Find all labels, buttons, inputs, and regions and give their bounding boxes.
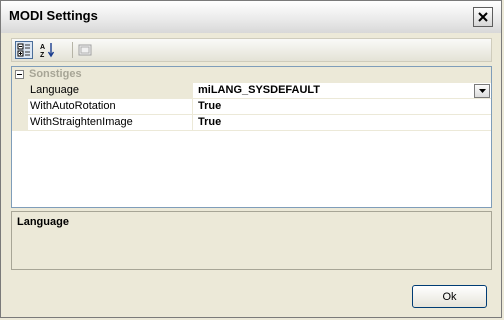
property-value[interactable]: True <box>193 99 491 115</box>
toolbar-separator <box>72 42 73 58</box>
collapse-icon[interactable] <box>15 70 24 79</box>
row-margin <box>12 83 28 99</box>
close-button[interactable] <box>473 7 493 27</box>
property-description-pane: Language <box>11 211 492 270</box>
categorized-icon <box>17 43 30 57</box>
property-value-text: miLANG_SYSDEFAULT <box>198 84 321 96</box>
property-name: WithStraightenImage <box>28 115 193 131</box>
category-label: Sonstiges <box>29 68 82 80</box>
window-title: MODI Settings <box>9 8 98 23</box>
row-margin <box>12 99 28 115</box>
property-row-withautorotation[interactable]: WithAutoRotation True <box>12 99 491 115</box>
value-dropdown-button[interactable] <box>474 84 490 98</box>
alphabetical-icon: A Z <box>40 43 55 58</box>
svg-text:A: A <box>40 44 45 51</box>
title-bar[interactable]: MODI Settings <box>1 1 501 33</box>
property-row-language[interactable]: Language miLANG_SYSDEFAULT <box>12 83 491 99</box>
property-pages-button[interactable] <box>76 41 94 59</box>
property-grid: Sonstiges Language miLANG_SYSDEFAULT Wit… <box>11 66 492 208</box>
settings-dialog: MODI Settings A Z Sonstiges Language miL… <box>0 0 502 318</box>
property-value[interactable]: miLANG_SYSDEFAULT <box>193 83 491 99</box>
close-icon <box>478 12 488 22</box>
property-pages-icon <box>78 44 92 56</box>
property-grid-toolbar: A Z <box>11 38 492 62</box>
alphabetical-view-button[interactable]: A Z <box>39 41 57 59</box>
category-row[interactable]: Sonstiges <box>12 67 491 83</box>
ok-button[interactable]: Ok <box>412 285 487 308</box>
row-margin <box>12 115 28 131</box>
property-name: WithAutoRotation <box>28 99 193 115</box>
property-row-withstraightenimage[interactable]: WithStraightenImage True <box>12 115 491 131</box>
categorized-view-button[interactable] <box>15 41 33 59</box>
chevron-down-icon <box>478 89 486 93</box>
svg-text:Z: Z <box>40 52 45 58</box>
description-title: Language <box>17 216 69 228</box>
property-value[interactable]: True <box>193 115 491 131</box>
property-name: Language <box>28 83 193 99</box>
